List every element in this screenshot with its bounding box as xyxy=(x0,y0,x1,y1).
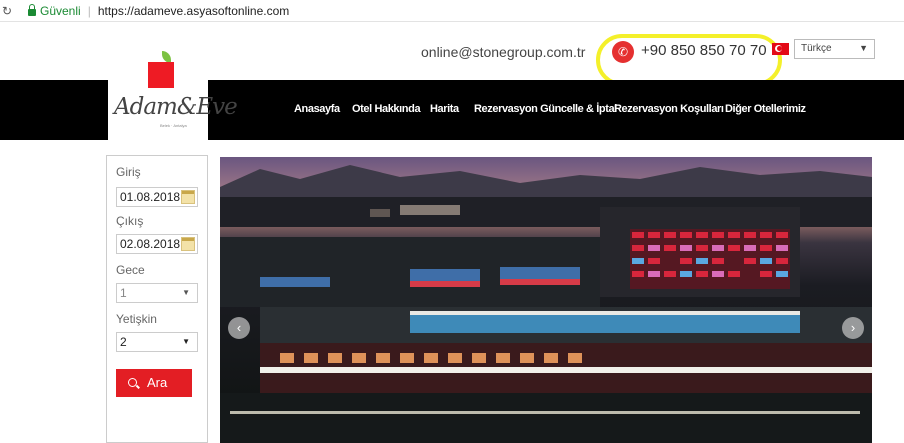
hero-slider: ‹ › xyxy=(220,157,872,443)
nights-select[interactable]: 1 ▼ xyxy=(116,283,198,303)
nav-item-home[interactable]: Anasayfa xyxy=(294,103,340,115)
nights-label: Gece xyxy=(116,263,145,277)
checkout-date-input[interactable]: 02.08.2018 xyxy=(116,234,198,254)
nav-label: Diğer Otellerimiz xyxy=(725,103,806,115)
nav-label: Rezervasyon Koşulları xyxy=(614,103,724,115)
search-button[interactable]: Ara xyxy=(116,369,192,397)
checkin-date-input[interactable]: 01.08.2018 xyxy=(116,187,198,207)
language-value: Türkçe xyxy=(801,43,832,54)
nav-label: Rezervasyon Güncelle & İptal xyxy=(474,103,617,115)
top-header: online@stonegroup.com.tr ✆ +90 850 850 7… xyxy=(0,22,904,86)
nav-item-about[interactable]: Otel Hakkında xyxy=(352,103,421,115)
slider-next-button[interactable]: › xyxy=(842,317,864,339)
contact-email[interactable]: online@stonegroup.com.tr xyxy=(421,44,585,60)
booking-panel: Giriş 01.08.2018 Çıkış 02.08.2018 Gece 1… xyxy=(106,155,208,443)
nav-label: Harita xyxy=(430,103,459,115)
nav-item-map[interactable]: Harita xyxy=(430,103,459,115)
nav-label: Otel Hakkında xyxy=(352,103,421,115)
nav-item-conditions[interactable]: Rezervasyon Koşulları xyxy=(614,103,724,115)
nights-value: 1 xyxy=(120,286,127,300)
logo-subtext: Belek · Antalya xyxy=(160,123,187,128)
search-label: Ara xyxy=(147,375,168,390)
hotel-night-photo xyxy=(220,165,872,443)
slider-prev-button[interactable]: ‹ xyxy=(228,317,250,339)
checkin-value: 01.08.2018 xyxy=(120,190,181,204)
apple-icon xyxy=(148,62,174,88)
contact-phone[interactable]: +90 850 850 70 70 xyxy=(641,42,767,59)
nav-item-update-cancel[interactable]: Rezervasyon Güncelle & İptal xyxy=(474,103,617,115)
secure-label: Güvenli xyxy=(40,3,81,18)
browser-address-bar[interactable]: ↻ Güvenli | https://adameve.asyasoftonli… xyxy=(0,0,904,22)
checkin-label: Giriş xyxy=(116,165,141,179)
nav-label: Anasayfa xyxy=(294,103,340,115)
calendar-icon[interactable] xyxy=(181,237,195,251)
main-navbar: Adam&Eve Belek · Antalya Anasayfa Otel H… xyxy=(0,80,904,140)
adults-value: 2 xyxy=(120,335,127,349)
search-icon xyxy=(128,378,137,387)
adults-select[interactable]: 2 ▼ xyxy=(116,332,198,352)
logo[interactable]: Adam&Eve Belek · Antalya xyxy=(108,80,238,140)
divider: | xyxy=(87,3,91,18)
checkout-value: 02.08.2018 xyxy=(120,237,181,251)
phone-icon: ✆ xyxy=(612,41,634,63)
chevron-down-icon: ▼ xyxy=(182,288,190,297)
logo-text: Adam&Eve xyxy=(114,94,238,120)
chevron-down-icon: ▼ xyxy=(182,337,190,346)
checkout-label: Çıkış xyxy=(116,214,144,228)
language-select[interactable]: Türkçe ▼ xyxy=(794,39,875,59)
calendar-icon[interactable] xyxy=(181,190,195,204)
adults-label: Yetişkin xyxy=(116,312,157,326)
url-text[interactable]: https://adameve.asyasoftonline.com xyxy=(98,4,289,18)
chevron-down-icon: ▼ xyxy=(859,43,868,53)
turkish-flag-icon xyxy=(772,43,789,55)
nav-item-other-hotels[interactable]: Diğer Otellerimiz xyxy=(725,103,806,115)
lock-icon xyxy=(28,3,36,16)
reload-icon[interactable]: ↻ xyxy=(2,4,16,18)
